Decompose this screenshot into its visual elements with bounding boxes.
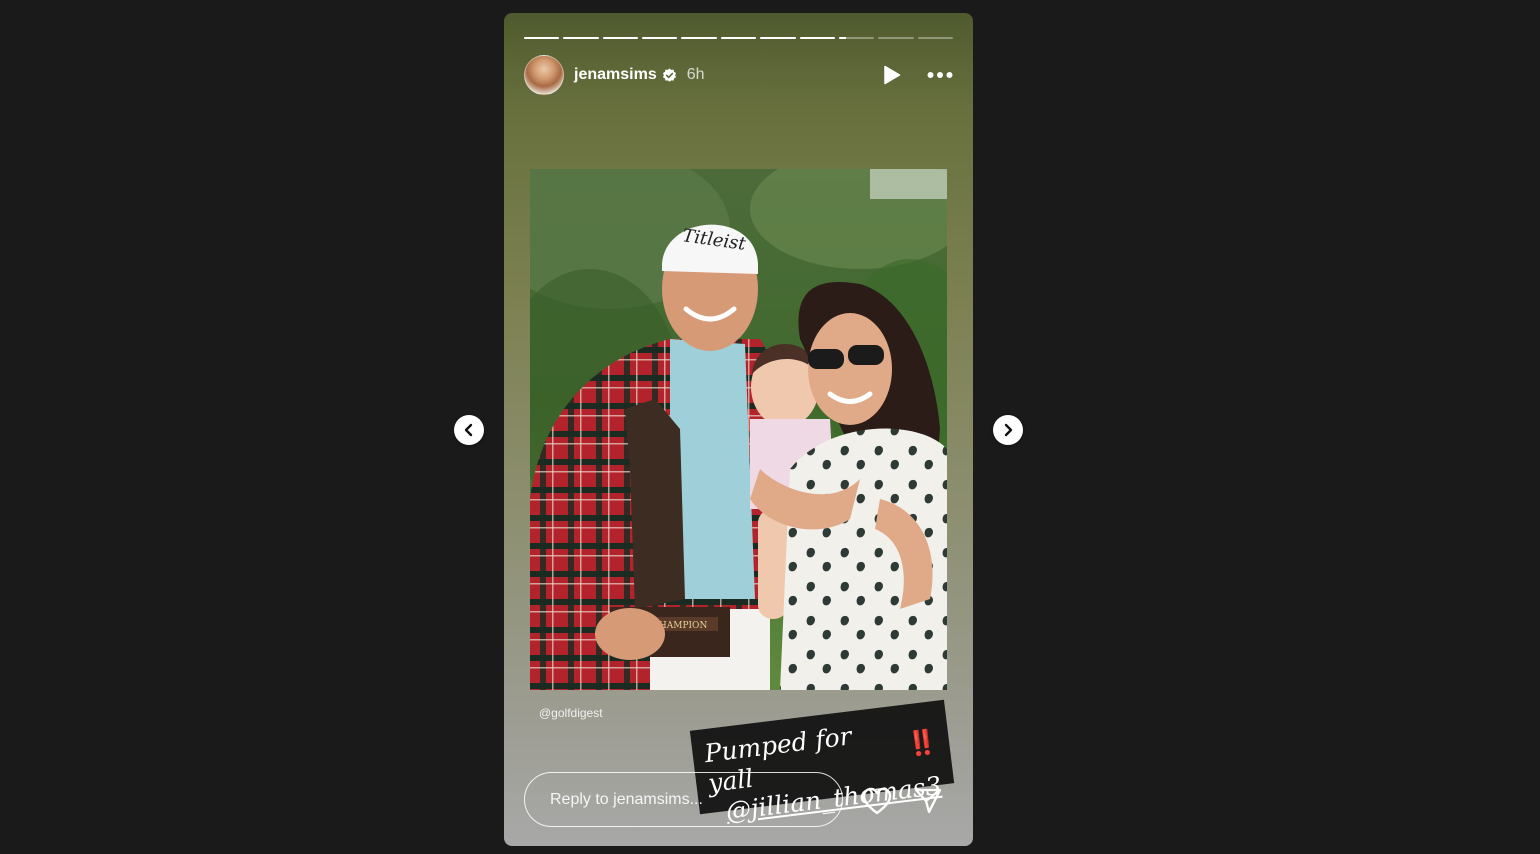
progress-segment [563, 37, 599, 39]
chevron-right-icon [1004, 423, 1013, 437]
like-button[interactable] [861, 785, 893, 817]
more-options-icon [927, 72, 953, 78]
send-icon [914, 788, 942, 814]
verified-badge-icon [662, 67, 677, 83]
post-time: 6h [686, 66, 705, 83]
progress-segment [602, 37, 639, 39]
more-options-button[interactable] [927, 71, 953, 79]
progress-segment [760, 37, 796, 39]
chevron-left-icon [464, 423, 473, 437]
double-exclamation-emoji: ‼️ [905, 725, 939, 759]
next-story-button[interactable] [993, 415, 1023, 445]
reply-box[interactable] [524, 772, 843, 827]
progress-segment [681, 37, 717, 39]
progress-segment [720, 37, 757, 39]
story-card[interactable]: jenamsims 6h Titleist CHAMPION @golfdige… [504, 13, 973, 846]
previous-story-button[interactable] [454, 415, 484, 445]
photo-credit[interactable]: @golfdigest [539, 706, 603, 720]
story-photo: Titleist CHAMPION [530, 169, 947, 690]
progress-segment [917, 37, 953, 39]
play-icon [884, 65, 901, 85]
avatar[interactable] [524, 55, 564, 95]
progress-segment [642, 37, 678, 39]
progress-segment [524, 37, 560, 39]
play-button[interactable] [883, 65, 901, 85]
share-button[interactable] [912, 785, 944, 817]
progress-segment [878, 37, 914, 39]
reply-input[interactable] [550, 790, 820, 809]
heart-icon [862, 787, 892, 815]
story-header: jenamsims 6h [524, 55, 953, 95]
story-viewer: jenamsims 6h Titleist CHAMPION @golfdige… [0, 0, 1540, 854]
story-progress-bar [524, 37, 953, 39]
progress-segment [799, 37, 835, 39]
username[interactable]: jenamsims [574, 66, 657, 84]
progress-segment [838, 37, 875, 39]
